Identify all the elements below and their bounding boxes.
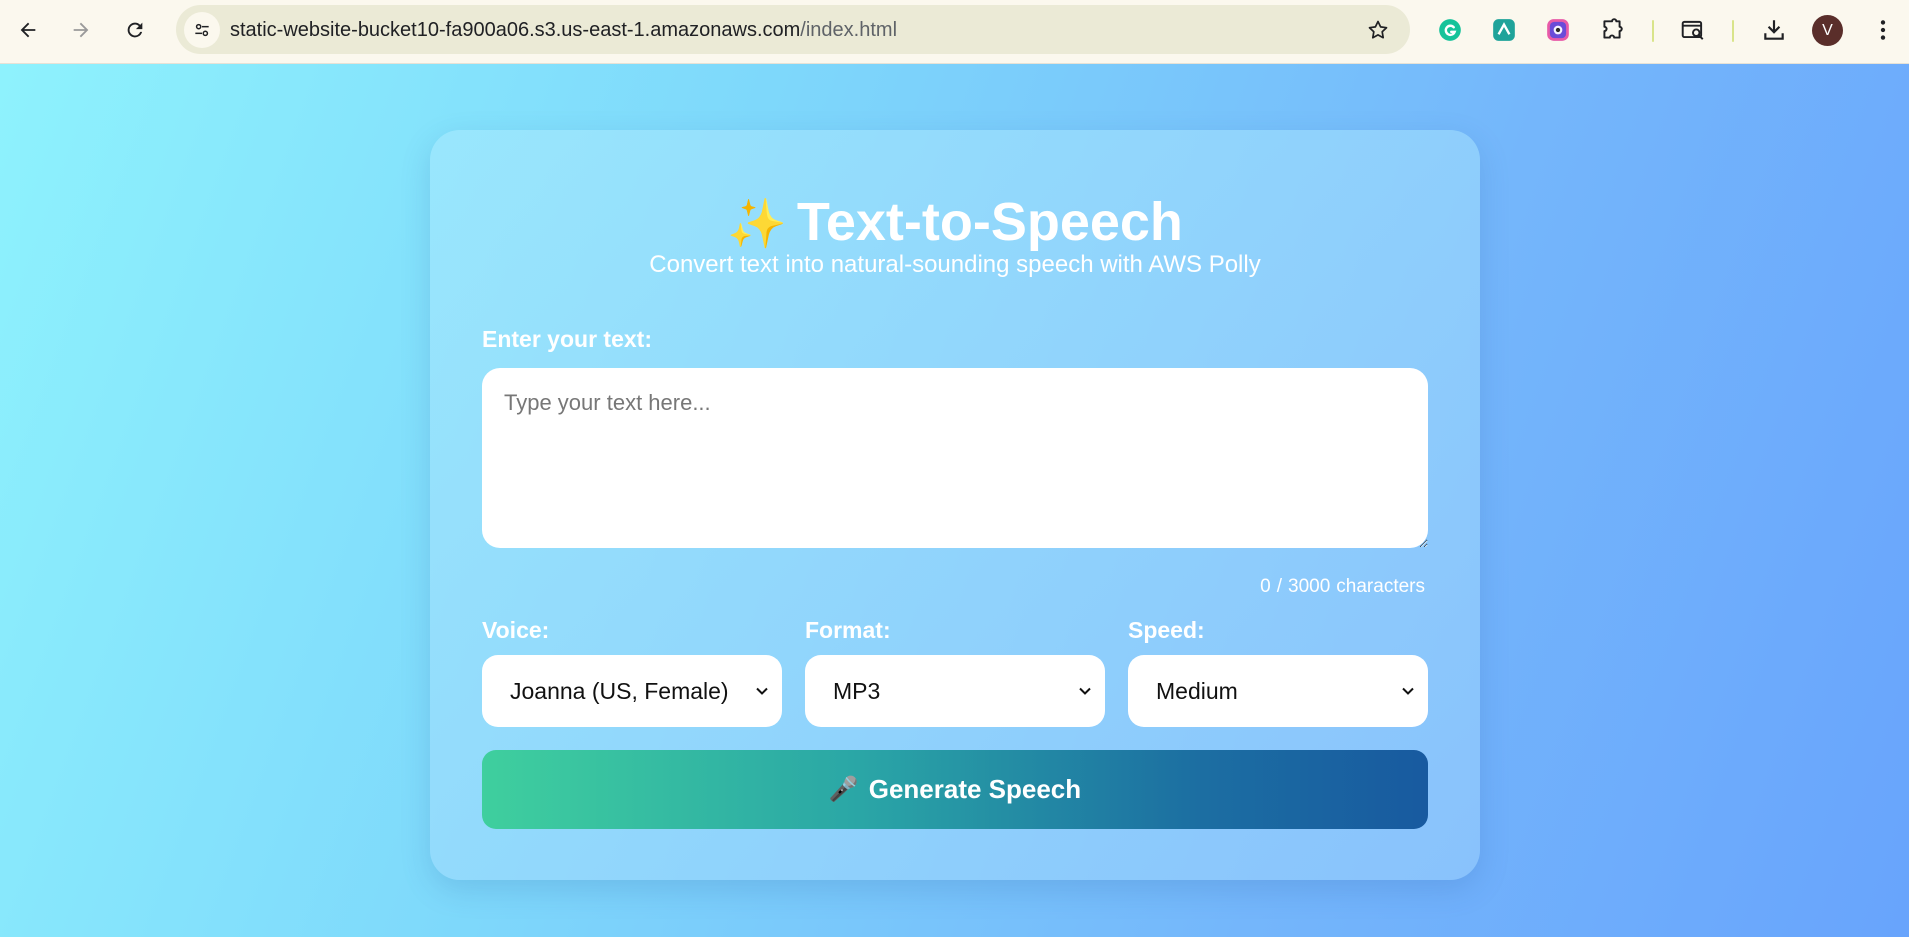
url-text: static-website-bucket10-fa900a06.s3.us-e… (230, 19, 897, 42)
sparkle-icon: ✨ (727, 198, 787, 251)
url-path: /index.html (800, 19, 898, 41)
browser-menu-button[interactable] (1868, 15, 1898, 45)
speed-select-value: Medium (1156, 677, 1238, 704)
chevron-down-icon (1402, 687, 1414, 695)
text-input-label: Enter your text: (482, 326, 652, 352)
bookmark-button[interactable] (1364, 16, 1392, 44)
address-bar[interactable]: static-website-bucket10-fa900a06.s3.us-e… (176, 5, 1410, 54)
voice-select-value: Joanna (US, Female) (510, 677, 729, 704)
tts-card: ✨ Text-to-Speech Convert text into natura… (430, 130, 1480, 880)
url-host: static-website-bucket10-fa900a06.s3.us-e… (230, 19, 801, 41)
generate-speech-label: Generate Speech (868, 774, 1082, 804)
speed-label: Speed: (1128, 617, 1205, 643)
title-text: Text-to-Speech (796, 192, 1183, 252)
extensions-puzzle-icon (1603, 18, 1623, 39)
reload-button[interactable] (117, 12, 153, 48)
extension-icon-2 (1493, 19, 1515, 41)
reload-icon (127, 22, 143, 38)
grammarly-icon (1439, 19, 1461, 41)
format-select[interactable]: MP3 (805, 655, 1105, 727)
toolbar-divider (1732, 20, 1734, 42)
browser-toolbar: static-website-bucket10-fa900a06.s3.us-e… (0, 0, 1909, 64)
char-count-unit: characters (1336, 576, 1425, 597)
bookmark-star-icon (1368, 20, 1388, 39)
voice-label: Voice: (482, 617, 550, 643)
generate-speech-button[interactable]: 🎤 Generate Speech (482, 750, 1428, 829)
page-title: ✨ Text-to-Speech (430, 190, 1480, 257)
back-arrow-icon (20, 22, 36, 38)
character-counter: 0/3000 characters (1257, 576, 1428, 598)
extensions-button[interactable] (1597, 15, 1627, 45)
speed-select[interactable]: Medium (1128, 655, 1428, 727)
download-icon (1764, 20, 1784, 40)
tab-search-button[interactable] (1678, 15, 1708, 45)
back-button[interactable] (10, 12, 46, 48)
chevron-down-icon (1079, 687, 1091, 695)
toolbar-divider (1652, 20, 1654, 42)
format-label: Format: (805, 617, 891, 643)
microphone-icon: 🎤 (828, 776, 859, 803)
char-count-max: 3000 (1288, 576, 1331, 597)
forward-arrow-icon (73, 22, 89, 38)
extension-button-2[interactable] (1489, 15, 1519, 45)
extension-icon-3 (1547, 19, 1569, 41)
forward-button[interactable] (63, 12, 99, 48)
text-input[interactable] (482, 368, 1428, 548)
extension-button-3[interactable] (1543, 15, 1573, 45)
page-subtitle: Convert text into natural-sounding speec… (649, 251, 1261, 278)
voice-select[interactable]: Joanna (US, Female) (482, 655, 782, 727)
char-count-separator: / (1276, 576, 1283, 597)
site-info-button[interactable] (184, 12, 220, 48)
profile-avatar[interactable]: V (1812, 15, 1843, 46)
char-count-current: 0 (1260, 576, 1271, 597)
format-select-value: MP3 (833, 677, 881, 704)
tab-search-icon (1681, 20, 1704, 40)
downloads-button[interactable] (1759, 15, 1789, 45)
grammarly-extension-button[interactable] (1435, 15, 1465, 45)
kebab-menu-icon (1880, 20, 1886, 40)
page-background: ✨ Text-to-Speech Convert text into natura… (0, 64, 1909, 937)
site-info-icon (195, 23, 209, 37)
chevron-down-icon (756, 687, 768, 695)
